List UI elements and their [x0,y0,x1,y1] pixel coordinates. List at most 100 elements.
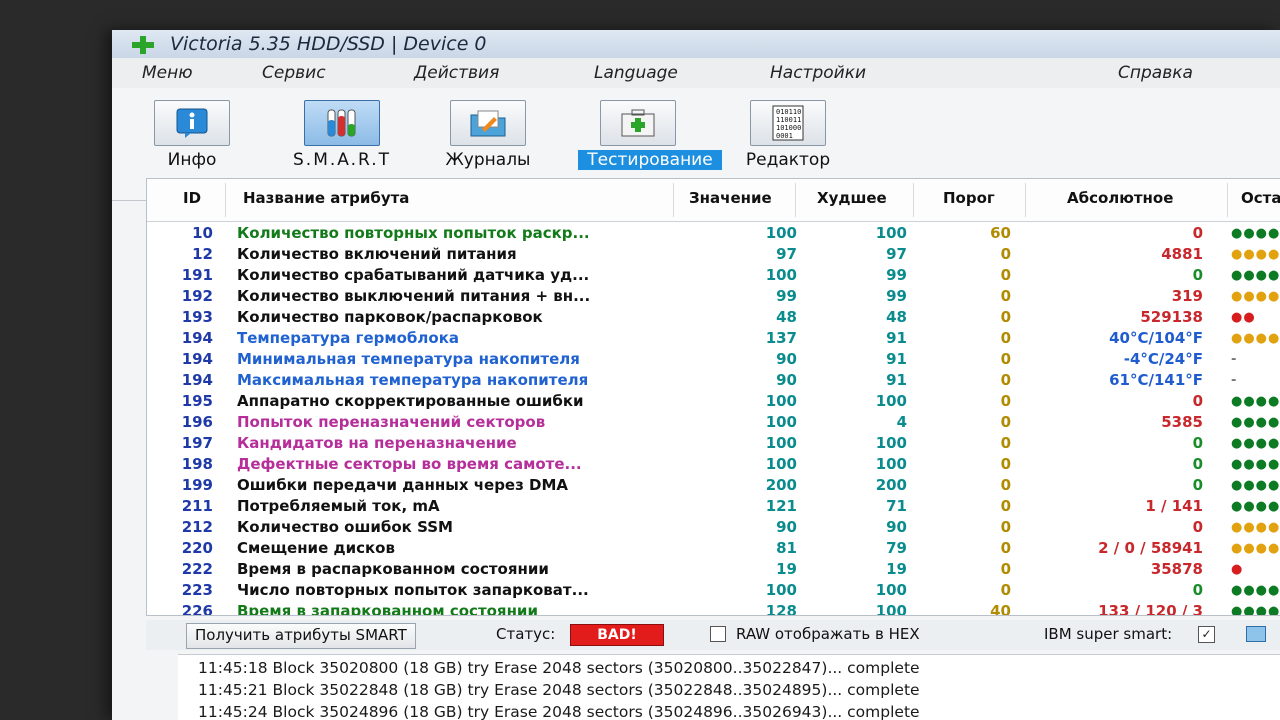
cell-value: 100 [765,581,797,599]
cell-value: 100 [765,266,797,284]
menu-item-help[interactable]: Справка [1118,63,1193,83]
cell-health-indicator: ●●●●● [1231,394,1280,409]
cell-worst: 99 [886,287,907,305]
get-smart-attributes-button[interactable]: Получить атрибуты SMART [186,623,416,649]
testing-button[interactable] [600,100,676,146]
cell-id: 10 [192,224,213,242]
table-row[interactable]: 194 Минимальная температура накопителя 90 9… [147,349,1280,370]
svg-text:0001: 0001 [776,132,793,140]
cell-attribute-name: Количество включений питания [237,245,517,263]
cell-value: 48 [776,308,797,326]
cell-threshold: 0 [1000,560,1011,578]
cell-attribute-name: Температура гермоблока [237,329,459,347]
tool-label-smart: S.M.A.R.T [293,150,391,170]
cell-worst: 100 [875,602,907,616]
cell-absolute: 319 [1171,287,1203,305]
status-bar: Получить атрибуты SMART Статус: BAD! RAW… [146,620,1280,650]
cell-id: 226 [181,602,213,616]
cell-threshold: 40 [990,602,1011,616]
cell-id: 196 [181,413,213,431]
raw-hex-label: RAW отображать в HEX [736,625,920,643]
panel-toggle-button[interactable] [1246,626,1266,642]
smart-button[interactable] [304,100,380,146]
cell-threshold: 0 [1000,392,1011,410]
cell-value: 100 [765,434,797,452]
cell-health-indicator: ●●●●● [1231,268,1280,283]
cell-attribute-name: Потребляемый ток, mA [237,497,440,515]
table-row[interactable]: 197 Кандидатов на переназначение 100 100 0 0 ●… [147,433,1280,454]
cell-health-indicator: ●●●●● [1231,415,1280,430]
logs-button[interactable] [450,100,526,146]
header-remaining[interactable]: Оста [1241,189,1280,207]
menu-item-language[interactable]: Language [594,63,678,83]
menu-item-settings[interactable]: Настройки [770,63,866,83]
table-row[interactable]: 223 Число повторных попыток запарковат...… [147,580,1280,601]
cell-value: 121 [765,497,797,515]
table-row[interactable]: 198 Дефектные секторы во время самоте... 1… [147,454,1280,475]
cell-worst: 91 [886,350,907,368]
table-row[interactable]: 199 Ошибки передачи данных через DMA 200 20… [147,475,1280,496]
cell-absolute: 2 / 0 / 58941 [1098,539,1203,557]
cell-absolute: 0 [1192,434,1203,452]
table-row[interactable]: 212 Количество ошибок SSM 90 90 0 0 ●●●● [147,517,1280,538]
table-row[interactable]: 191 Количество срабатываний датчика уд...… [147,265,1280,286]
cell-health-indicator: ●●●●● [1231,457,1280,472]
table-row[interactable]: 195 Аппаратно скорректированные ошибки 100… [147,391,1280,412]
cell-absolute: 0 [1192,224,1203,242]
cell-value: 137 [765,329,797,347]
cell-health-indicator: - [1231,352,1238,367]
info-button[interactable] [154,100,230,146]
table-row[interactable]: 194 Максимальная температура накопителя 90… [147,370,1280,391]
menu-item-service[interactable]: Сервис [262,63,326,83]
cell-value: 97 [776,245,797,263]
table-row[interactable]: 192 Количество выключений питания + вн...… [147,286,1280,307]
header-id[interactable]: ID [183,189,201,207]
status-badge: BAD! [570,624,664,646]
cell-threshold: 0 [1000,371,1011,389]
menu-item-actions[interactable]: Действия [414,63,499,83]
cell-attribute-name: Смещение дисков [237,539,395,557]
cell-attribute-name: Кандидатов на переназначение [237,434,517,452]
table-row[interactable]: 222 Время в распаркованном состоянии 19 19 0… [147,559,1280,580]
header-threshold[interactable]: Порог [943,189,995,207]
status-label: Статус: [496,625,556,643]
log-line: 11:45:18 Block 35020800 (18 GB) try Eras… [198,659,920,677]
cell-id: 211 [181,497,213,515]
cell-id: 12 [192,245,213,263]
header-worst[interactable]: Худшее [817,189,887,207]
table-row[interactable]: 12 Количество включений питания 97 97 0 4881 ●… [147,244,1280,265]
header-name[interactable]: Название атрибута [243,189,409,207]
cell-worst: 100 [875,455,907,473]
header-value[interactable]: Значение [689,189,772,207]
cell-worst: 91 [886,371,907,389]
cell-absolute: 529138 [1140,308,1203,326]
cell-worst: 90 [886,518,907,536]
cell-value: 90 [776,350,797,368]
cell-attribute-name: Количество ошибок SSM [237,518,453,536]
table-row[interactable]: 211 Потребляемый ток, mA 121 71 0 1 / 141 ●●●●… [147,496,1280,517]
svg-text:010110: 010110 [776,108,801,116]
table-row[interactable]: 193 Количество парковок/распарковок 48 48 0 5… [147,307,1280,328]
medical-kit-icon [621,109,655,137]
table-row[interactable]: 10 Количество повторных попыток раскр... 1… [147,223,1280,244]
table-row[interactable]: 226 Время в запаркованном состоянии 128 100… [147,601,1280,616]
table-row[interactable]: 194 Температура гермоблока 137 91 0 40°C/104°… [147,328,1280,349]
cell-health-indicator: ● [1231,562,1244,577]
cell-attribute-name: Минимальная температура накопителя [237,350,580,368]
cell-worst: 48 [886,308,907,326]
editor-button[interactable]: 010110 110011 101000 0001 [750,100,826,146]
table-row[interactable]: 220 Смещение дисков 81 79 0 2 / 0 / 58941 ●●●● [147,538,1280,559]
ibm-super-smart-checkbox[interactable]: ✓ [1198,626,1215,643]
menu-item-menu[interactable]: Меню [142,63,193,83]
cell-worst: 100 [875,392,907,410]
cell-value: 100 [765,455,797,473]
cell-threshold: 0 [1000,497,1011,515]
raw-hex-checkbox[interactable] [710,626,726,642]
cell-absolute: 0 [1192,455,1203,473]
cell-attribute-name: Максимальная температура накопителя [237,371,589,389]
cell-value: 100 [765,224,797,242]
header-absolute[interactable]: Абсолютное [1067,189,1173,207]
cell-worst: 79 [886,539,907,557]
table-row[interactable]: 196 Попыток переназначений секторов 100 4 0 5… [147,412,1280,433]
cell-value: 81 [776,539,797,557]
